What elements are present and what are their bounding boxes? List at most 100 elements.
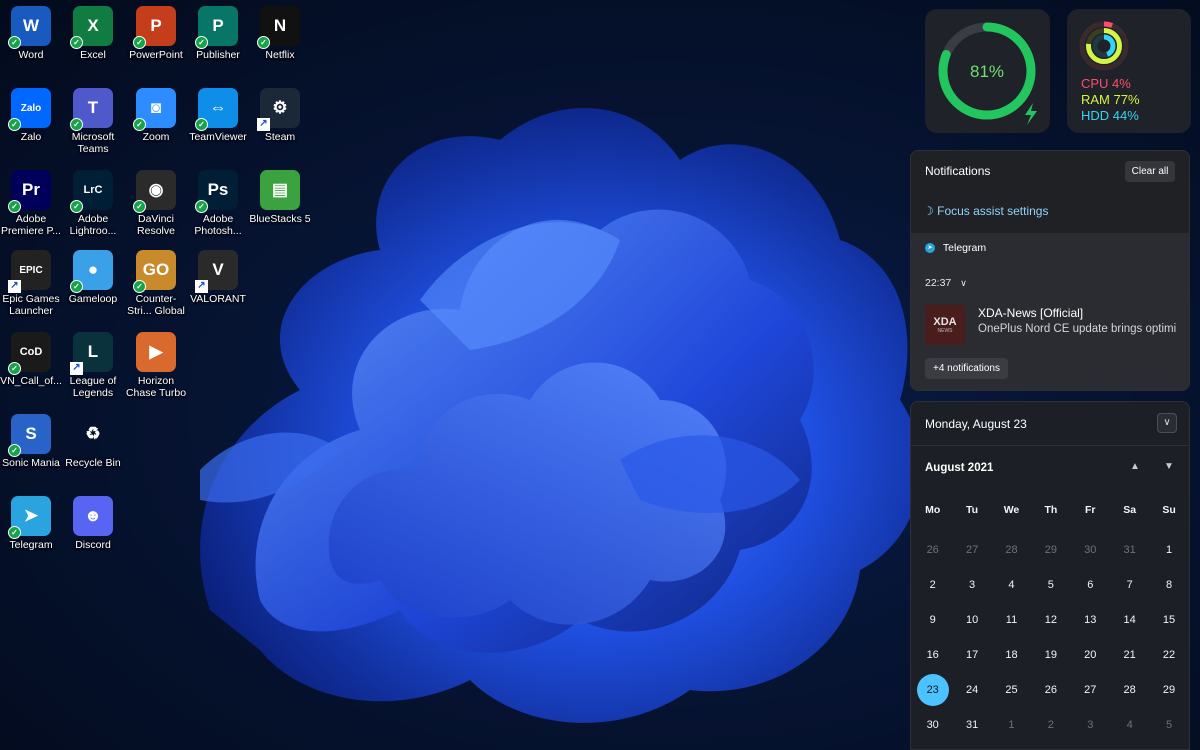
calendar-day[interactable]: 21 bbox=[1110, 638, 1149, 673]
desktop-icon-publisher[interactable]: P ✓ Publisher bbox=[187, 6, 249, 61]
calendar-day[interactable]: 25 bbox=[992, 673, 1031, 708]
notification-time-toggle[interactable]: 22:37 ∨ bbox=[925, 277, 967, 289]
more-notifications-button[interactable]: +4 notifications bbox=[925, 358, 1008, 379]
calendar-day[interactable]: 14 bbox=[1110, 603, 1149, 638]
calendar-day-number: 16 bbox=[926, 649, 939, 661]
calendar-day[interactable]: 1 bbox=[1149, 533, 1188, 568]
calendar-day[interactable]: 12 bbox=[1031, 603, 1070, 638]
calendar-day[interactable]: 18 bbox=[992, 638, 1031, 673]
desktop-icon-zoom[interactable]: ◙ ✓ Zoom bbox=[125, 88, 187, 143]
calendar-day[interactable]: 29 bbox=[1031, 533, 1070, 568]
calendar-day[interactable]: 31 bbox=[1110, 533, 1149, 568]
system-stats-widget[interactable]: CPU 4% RAM 77% HDD 44% bbox=[1067, 9, 1191, 133]
calendar-day[interactable]: 10 bbox=[952, 603, 991, 638]
desktop-icon-photoshop[interactable]: Ps ✓ Adobe Photosh... bbox=[187, 170, 249, 237]
desktop-icon-excel[interactable]: X ✓ Excel bbox=[62, 6, 124, 61]
calendar-day-number: 5 bbox=[1165, 719, 1173, 731]
desktop-icon-teams[interactable]: T ✓ Microsoft Teams bbox=[62, 88, 124, 155]
notification-app-name: Telegram bbox=[942, 242, 987, 255]
calendar-day[interactable]: 3 bbox=[1071, 708, 1110, 743]
sync-check-icon: ✓ bbox=[8, 526, 21, 539]
desktop-icon-teamviewer[interactable]: ⇔ ✓ TeamViewer bbox=[187, 88, 249, 143]
desktop-icon-gameloop[interactable]: ● ✓ Gameloop bbox=[62, 250, 124, 305]
desktop-icon-powerpoint[interactable]: P ✓ PowerPoint bbox=[125, 6, 187, 61]
battery-percent: 81% bbox=[970, 62, 1004, 81]
calendar-day[interactable]: 9 bbox=[913, 603, 952, 638]
calendar-day[interactable]: 26 bbox=[1031, 673, 1070, 708]
desktop-icon-horizon-chase[interactable]: ▶ Horizon Chase Turbo bbox=[125, 332, 187, 399]
calendar-day[interactable]: 22 bbox=[1149, 638, 1188, 673]
moon-icon: ☽ bbox=[923, 203, 934, 218]
calendar-day[interactable]: 6 bbox=[1071, 568, 1110, 603]
calendar-day[interactable]: 2 bbox=[913, 568, 952, 603]
calendar-day[interactable]: 27 bbox=[1071, 673, 1110, 708]
desktop-icon-bluestacks[interactable]: ▤ BlueStacks 5 bbox=[249, 170, 311, 225]
calendar-day[interactable]: 17 bbox=[952, 638, 991, 673]
calendar-day[interactable]: 26 bbox=[913, 533, 952, 568]
desktop-icon-csgo[interactable]: GO✓Counter-Stri... Global Offe... bbox=[125, 250, 187, 317]
calendar-day[interactable]: 24 bbox=[952, 673, 991, 708]
calendar-day[interactable]: 4 bbox=[1110, 708, 1149, 743]
desktop-icon-recycle-bin[interactable]: ♻ Recycle Bin bbox=[62, 414, 124, 469]
calendar-day[interactable]: 29 bbox=[1149, 673, 1188, 708]
desktop-icon-label: Gameloop bbox=[68, 293, 118, 305]
calendar-month-label[interactable]: August 2021 bbox=[925, 462, 993, 474]
clear-all-button[interactable]: Clear all bbox=[1125, 161, 1175, 182]
calendar-collapse-button[interactable]: ∨ bbox=[1157, 413, 1177, 433]
sync-check-icon: ✓ bbox=[70, 200, 83, 213]
calendar-day[interactable]: 8 bbox=[1149, 568, 1188, 603]
desktop-icon-netflix[interactable]: N ✓ Netflix bbox=[249, 6, 311, 61]
shortcut-arrow-icon: ↗ bbox=[8, 280, 21, 293]
calendar-prev-month-button[interactable]: ▲ bbox=[1130, 461, 1140, 472]
desktop-icon-call-of-duty[interactable]: CoD ✓ VN_Call_of... bbox=[0, 332, 62, 387]
calendar-weekday-row: Mo Tu We Th Fr Sa Su bbox=[913, 498, 1189, 533]
calendar-day[interactable]: 28 bbox=[992, 533, 1031, 568]
calendar-day[interactable]: 30 bbox=[1071, 533, 1110, 568]
calendar-day[interactable]: 15 bbox=[1149, 603, 1188, 638]
calendar-day[interactable]: 3 bbox=[952, 568, 991, 603]
calendar-day[interactable]: 30 bbox=[913, 708, 952, 743]
calendar-day[interactable]: 7 bbox=[1110, 568, 1149, 603]
desktop-icon-steam[interactable]: ⚙ ↗ Steam bbox=[249, 88, 311, 143]
calendar-day[interactable]: 2 bbox=[1031, 708, 1070, 743]
desktop-icon-sonic[interactable]: S ✓ Sonic Mania bbox=[0, 414, 62, 469]
calendar-day[interactable]: 19 bbox=[1031, 638, 1070, 673]
notification-app-header[interactable]: ➤ Telegram bbox=[925, 242, 986, 254]
calendar-day[interactable]: 27 bbox=[952, 533, 991, 568]
calendar-day[interactable]: 20 bbox=[1071, 638, 1110, 673]
calendar-day-number: 5 bbox=[1047, 579, 1054, 591]
desktop-icon-league[interactable]: L ↗ League of Legends bbox=[62, 332, 124, 399]
notification-body[interactable]: OnePlus Nord CE update brings optimi bbox=[978, 323, 1188, 335]
desktop-icon-premiere[interactable]: Pr ✓ Adobe Premiere P... bbox=[0, 170, 62, 237]
desktop-icon-word[interactable]: W ✓ Word bbox=[0, 6, 62, 61]
calendar-day[interactable]: 28 bbox=[1110, 673, 1149, 708]
calendar-day-number: 11 bbox=[1005, 614, 1018, 626]
notification-sender[interactable]: XDA-News [Official] bbox=[978, 306, 1083, 320]
calendar-day[interactable]: 31 bbox=[952, 708, 991, 743]
calendar-day[interactable]: 1 bbox=[992, 708, 1031, 743]
desktop-icon-label: Recycle Bin bbox=[65, 457, 121, 469]
calendar-day[interactable]: 13 bbox=[1071, 603, 1110, 638]
focus-assist-settings-link[interactable]: ☽ Focus assist settings bbox=[923, 203, 1048, 218]
calendar-day[interactable]: 11 bbox=[992, 603, 1031, 638]
desktop-icon-valorant[interactable]: V ↗ VALORANT bbox=[187, 250, 249, 305]
desktop-icon-zalo[interactable]: Zalo ✓ Zalo bbox=[0, 88, 62, 143]
desktop-icon-label: Telegram bbox=[9, 539, 53, 551]
desktop-icon-lightroom[interactable]: LrC ✓ Adobe Lightroo... bbox=[62, 170, 124, 237]
calendar-day[interactable]: 5 bbox=[1149, 708, 1188, 743]
calendar-day[interactable]: 4 bbox=[992, 568, 1031, 603]
desktop-icon-discord[interactable]: ☻ Discord bbox=[62, 496, 124, 551]
battery-widget[interactable]: 81% bbox=[925, 9, 1050, 133]
desktop-icon-epic-games[interactable]: EPIC ↗ Epic Games Launcher bbox=[0, 250, 62, 317]
desktop-icon-davinci[interactable]: ◉ ✓ DaVinci Resolve bbox=[125, 170, 187, 237]
calendar-day-number: 4 bbox=[1008, 579, 1015, 591]
calendar-next-month-button[interactable]: ▼ bbox=[1164, 461, 1174, 472]
calendar-day[interactable]: 5 bbox=[1031, 568, 1070, 603]
calendar-day-number: 3 bbox=[969, 579, 976, 591]
calendar-day-number: 1 bbox=[1165, 544, 1173, 556]
desktop-icon-telegram[interactable]: ➤ ✓ Telegram bbox=[0, 496, 62, 551]
desktop-icon-label: Sonic Mania bbox=[2, 457, 60, 469]
charging-bolt-icon bbox=[1025, 103, 1037, 125]
calendar-day[interactable]: 16 bbox=[913, 638, 952, 673]
calendar-day-today[interactable]: 23 bbox=[913, 673, 952, 708]
